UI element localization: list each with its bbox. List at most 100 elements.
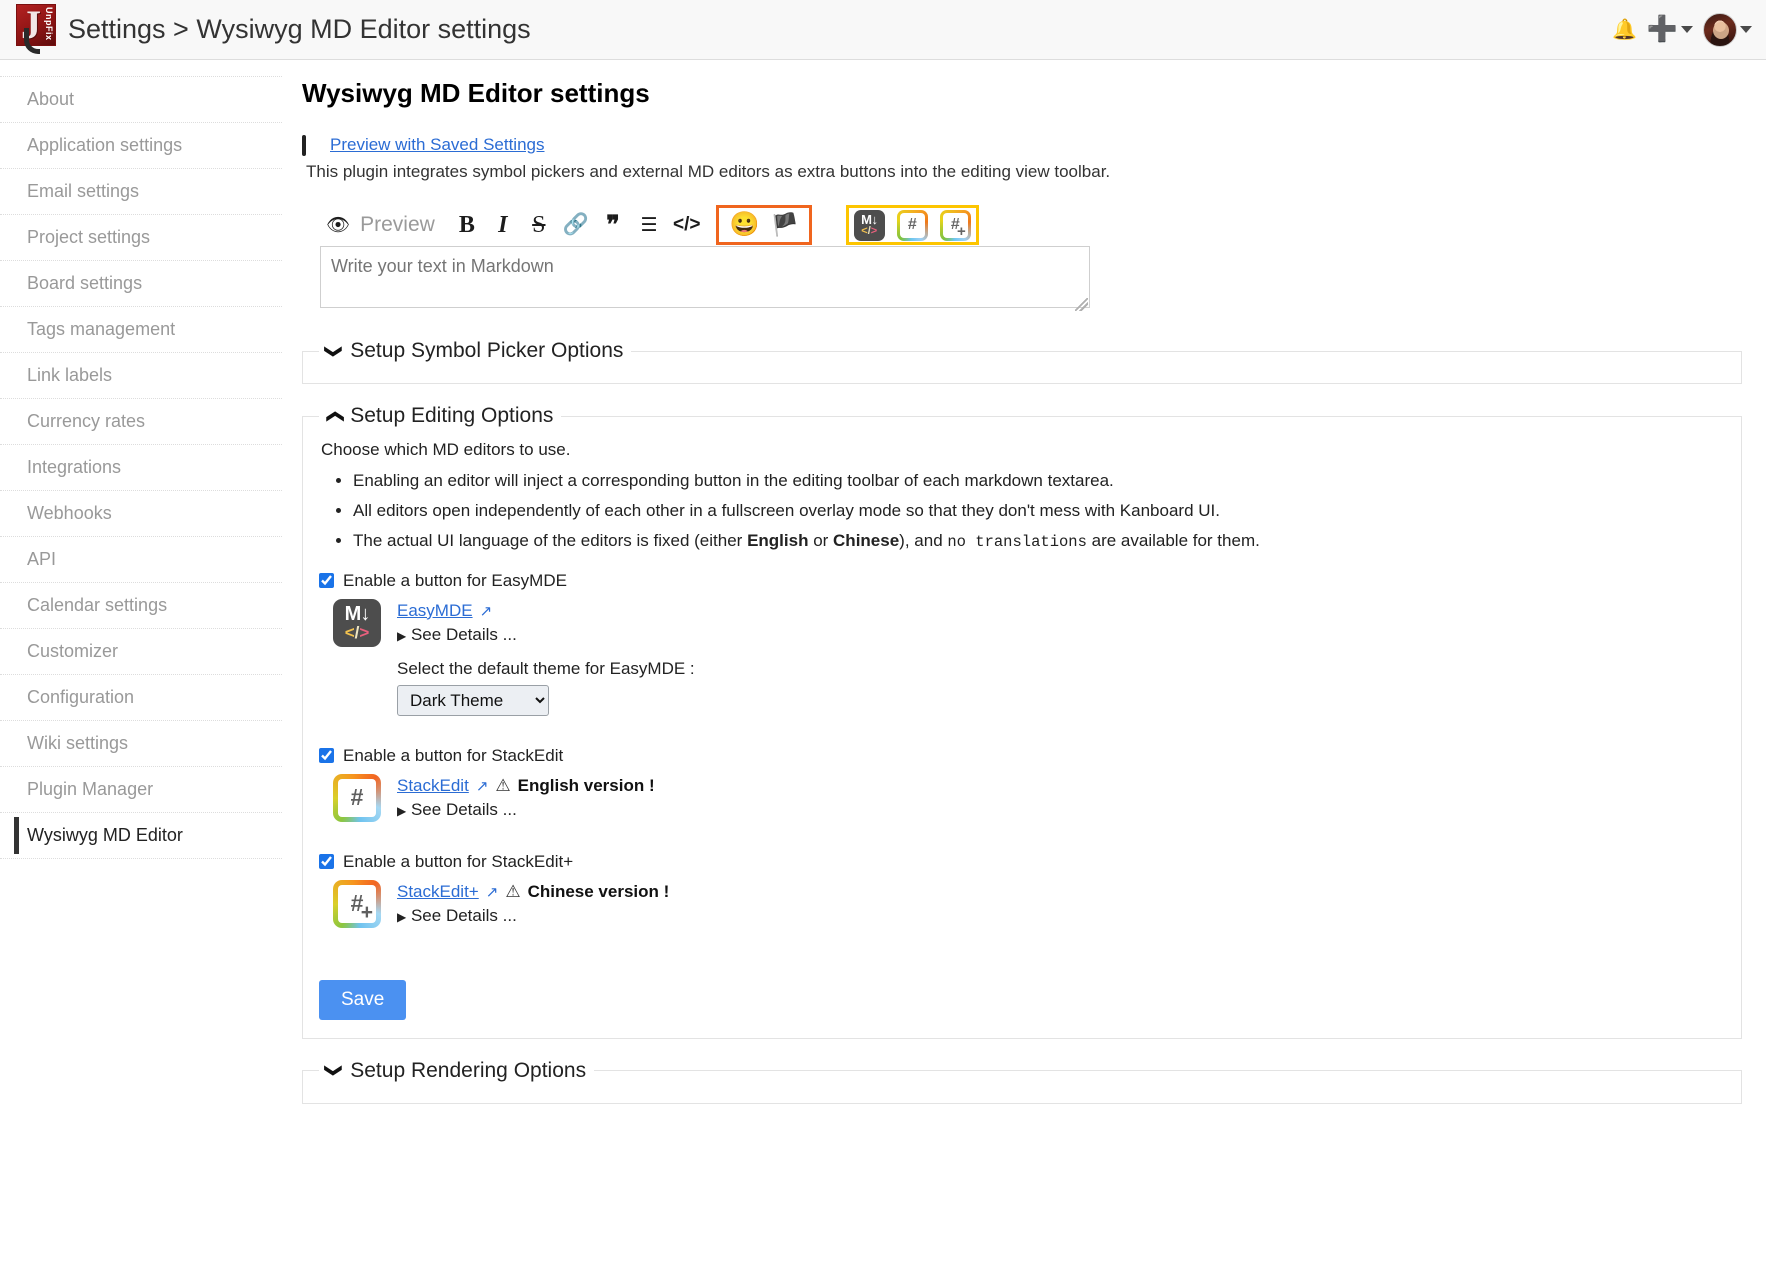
bold-button[interactable]: B	[449, 206, 485, 244]
sidebar-item-customizer[interactable]: Customizer	[0, 629, 282, 675]
preview-toggle-label[interactable]: Preview	[356, 213, 449, 237]
panel-rendering-toggle[interactable]: ❯ Setup Rendering Options	[319, 1059, 594, 1083]
panel-editing-title: Setup Editing Options	[350, 404, 554, 427]
preview-link-row: Preview with Saved Settings	[302, 135, 1742, 156]
sidebar-item-integrations[interactable]: Integrations	[0, 445, 282, 491]
bell-icon[interactable]: 🔔	[1612, 20, 1637, 40]
external-link-icon: ↗	[485, 883, 499, 901]
page-header-title: Settings > Wysiwyg MD Editor settings	[68, 14, 531, 44]
easymde-code-glyph: </>	[861, 224, 878, 237]
easymde-m-letter: M↓	[344, 602, 371, 625]
warning-icon: ⚠	[495, 776, 511, 796]
intro-text: This plugin integrates symbol pickers an…	[306, 162, 1111, 181]
enable-stackeditplus-label[interactable]: Enable a button for StackEdit+	[343, 852, 573, 872]
panel-setup-rendering-options: ❯ Setup Rendering Options	[302, 1058, 1742, 1104]
easymde-see-details[interactable]: ▶ See Details ...	[397, 625, 695, 645]
triangle-right-icon: ▶	[397, 909, 407, 924]
panel-editing-toggle[interactable]: ❯ Setup Editing Options	[319, 404, 561, 428]
sidebar-item-configuration[interactable]: Configuration	[0, 675, 282, 721]
sidebar-item-wiki-settings[interactable]: Wiki settings	[0, 721, 282, 767]
stackeditplus-see-details[interactable]: ▶ See Details ...	[397, 906, 669, 926]
md-editors-highlight-box: M↓ </> # # +	[845, 205, 979, 245]
easymde-toolbar-icon[interactable]: M↓ </>	[853, 209, 885, 241]
chevron-down-icon: ❯	[324, 343, 344, 359]
user-menu-button[interactable]	[1703, 12, 1752, 47]
panel-setup-editing-options: ❯ Setup Editing Options Choose which MD …	[302, 404, 1742, 1039]
stackeditplus-icon: # +	[333, 880, 381, 928]
note-bold-chinese: Chinese	[833, 530, 900, 550]
logo-tail-shape	[24, 27, 40, 54]
sidebar-item-currency-rates[interactable]: Currency rates	[0, 399, 282, 445]
chevron-up-icon: ❯	[324, 408, 344, 424]
enable-stackedit-label[interactable]: Enable a button for StackEdit	[343, 746, 563, 766]
chevron-down-icon	[1740, 26, 1752, 33]
sidebar-item-board-settings[interactable]: Board settings	[0, 261, 282, 307]
enable-stackedit-checkbox[interactable]	[319, 748, 334, 764]
sidebar-item-link-labels[interactable]: Link labels	[0, 353, 282, 399]
page-title: Wysiwyg MD Editor settings	[302, 78, 650, 108]
settings-sidebar: About Application settings Email setting…	[0, 60, 282, 859]
sidebar-item-about[interactable]: About	[0, 76, 282, 123]
stackedit-link[interactable]: StackEdit	[397, 776, 469, 796]
preview-with-saved-settings-link[interactable]: Preview with Saved Settings	[330, 135, 545, 155]
preview-eye-icon[interactable]: 👁	[320, 206, 356, 244]
list-item: The actual UI language of the editors is…	[353, 530, 1725, 553]
plus-glyph: +	[957, 222, 966, 240]
unordered-list-icon[interactable]: ☰	[631, 206, 667, 244]
main-content: Wysiwyg MD Editor settings Preview with …	[282, 60, 1766, 1124]
save-button[interactable]: Save	[319, 979, 407, 1020]
stackeditplus-info: StackEdit+ ↗ ⚠ Chinese version ! ▶ See D…	[397, 880, 669, 928]
strikethrough-button[interactable]: S	[521, 206, 557, 244]
emoji-icon: 😀	[729, 211, 760, 238]
italic-button[interactable]: I	[485, 206, 521, 244]
sidebar-item-plugin-manager[interactable]: Plugin Manager	[0, 767, 282, 813]
app-logo-icon[interactable]: J UnpFix	[12, 2, 58, 58]
sidebar-item-webhooks[interactable]: Webhooks	[0, 491, 282, 537]
stackedit-toolbar-icon[interactable]: #	[897, 210, 928, 241]
note-text: The actual UI language of the editors is…	[353, 530, 748, 550]
avatar	[1703, 12, 1737, 47]
chevron-down-icon: ❯	[324, 1063, 344, 1078]
emoji-picker-icon[interactable]: 😀	[723, 206, 765, 244]
panel-symbol-picker-toggle[interactable]: ❯ Setup Symbol Picker Options	[319, 339, 631, 363]
enable-stackedit-row: Enable a button for StackEdit	[319, 746, 1725, 766]
link-icon[interactable]: 🔗	[557, 206, 595, 244]
enable-stackeditplus-checkbox[interactable]	[319, 854, 334, 870]
flag-picker-icon[interactable]: 🏴	[765, 206, 804, 244]
sidebar-item-project-settings[interactable]: Project settings	[0, 215, 282, 261]
list-item: Enabling an editor will inject a corresp…	[353, 470, 1725, 493]
sidebar-item-tags-management[interactable]: Tags management	[0, 307, 282, 353]
app-header: J UnpFix Settings > Wysiwyg MD Editor se…	[0, 0, 1766, 60]
note-mono-no-translations: no translations	[947, 532, 1087, 551]
stackedit-see-details[interactable]: ▶ See Details ...	[397, 800, 655, 820]
stackeditplus-link[interactable]: StackEdit+	[397, 882, 479, 902]
enable-stackeditplus-row: Enable a button for StackEdit+	[319, 852, 1725, 872]
sidebar-item-wysiwyg-md-editor[interactable]: Wysiwyg MD Editor	[0, 813, 282, 859]
easymde-link[interactable]: EasyMDE	[397, 601, 473, 621]
enable-easymde-checkbox[interactable]	[319, 573, 334, 589]
warning-icon: ⚠	[505, 882, 521, 902]
chevron-down-icon	[1681, 26, 1693, 33]
easymde-block: M↓ </> EasyMDE ↗ ▶ See Details ... Selec…	[333, 598, 1725, 716]
external-link-icon: ↗	[475, 777, 489, 795]
triangle-right-icon: ▶	[397, 628, 407, 643]
sidebar-item-application-settings[interactable]: Application settings	[0, 123, 282, 169]
hash-glyph: #	[907, 216, 917, 233]
sidebar-item-email-settings[interactable]: Email settings	[0, 169, 282, 215]
markdown-textarea[interactable]	[320, 246, 1090, 308]
list-item: All editors open independently of each o…	[353, 500, 1725, 523]
stackeditplus-toolbar-icon[interactable]: # +	[940, 210, 971, 241]
quote-button[interactable]: ❞	[595, 206, 631, 244]
easymde-theme-select[interactable]: Dark Theme	[397, 684, 549, 716]
sidebar-item-api[interactable]: API	[0, 537, 282, 583]
sidebar-item-calendar-settings[interactable]: Calendar settings	[0, 583, 282, 629]
enable-easymde-label[interactable]: Enable a button for EasyMDE	[343, 571, 567, 591]
code-button[interactable]: </>	[667, 206, 706, 244]
stackedit-info: StackEdit ↗ ⚠ English version ! ▶ See De…	[397, 774, 655, 822]
panel-rendering-title: Setup Rendering Options	[350, 1058, 587, 1082]
see-details-label: See Details ...	[410, 799, 517, 819]
hash-glyph: #	[350, 784, 364, 811]
add-menu-button[interactable]: ➕	[1647, 17, 1693, 42]
monitor-icon	[302, 135, 322, 156]
logo-vertical-text: UnpFix	[44, 6, 54, 41]
